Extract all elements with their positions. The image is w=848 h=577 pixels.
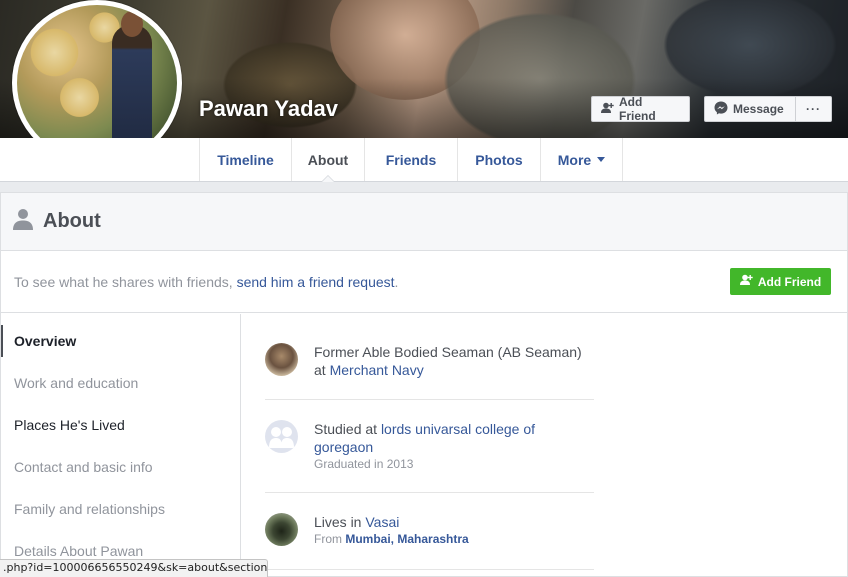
send-friend-request-link[interactable]: send him a friend request xyxy=(237,274,395,290)
add-friend-icon xyxy=(739,274,753,289)
cover-add-friend-button[interactable]: Add Friend xyxy=(591,95,690,123)
current-city-link[interactable]: Vasai xyxy=(365,514,399,530)
add-friend-icon xyxy=(601,102,614,117)
sidebar-item-label: Contact and basic info xyxy=(14,459,153,475)
sidebar-item-label: Places He's Lived xyxy=(14,417,125,433)
person-icon xyxy=(13,208,33,235)
messenger-icon xyxy=(714,101,728,118)
employer-thumbnail[interactable] xyxy=(265,343,298,376)
tab-more-label: More xyxy=(557,151,592,168)
list-item: Former Able Bodied Seaman (AB Seaman) at… xyxy=(265,343,594,379)
divider xyxy=(265,492,594,493)
sidebar-item-label: Family and relationships xyxy=(14,501,165,517)
tab-timeline[interactable]: Timeline xyxy=(200,138,292,181)
tab-photos-label: Photos xyxy=(475,151,523,168)
more-options-button[interactable]: ··· xyxy=(795,96,832,122)
school-placeholder-icon xyxy=(269,427,294,448)
profile-name[interactable]: Pawan Yadav xyxy=(199,96,338,122)
message-button[interactable]: Message xyxy=(704,96,796,122)
from-label: From xyxy=(314,532,346,546)
ellipsis-icon: ··· xyxy=(806,102,821,116)
tab-more[interactable]: More xyxy=(541,138,623,181)
education-entry: Studied at lords univarsal college of go… xyxy=(314,420,594,456)
divider xyxy=(265,399,594,400)
list-item: Studied at lords univarsal college of go… xyxy=(265,420,594,472)
about-card: About To see what he shares with friends… xyxy=(0,192,848,577)
lives-prefix: Lives in xyxy=(314,514,366,530)
city-thumbnail[interactable] xyxy=(265,513,298,546)
divider xyxy=(265,569,594,570)
sidebar-item-work-education[interactable]: Work and education xyxy=(1,367,240,399)
about-header: About xyxy=(1,193,847,251)
tab-photos[interactable]: Photos xyxy=(458,138,541,181)
tab-about-label: About xyxy=(307,151,349,168)
sidebar-item-contact-info[interactable]: Contact and basic info xyxy=(1,451,240,483)
about-sidebar: Overview Work and education Places He's … xyxy=(1,314,241,577)
sidebar-item-label: Details About Pawan xyxy=(14,543,144,559)
hometown: From Mumbai, Maharashtra xyxy=(314,531,469,547)
hometown-link[interactable]: Mumbai, Maharashtra xyxy=(345,532,468,546)
sidebar-item-places-lived[interactable]: Places He's Lived xyxy=(1,409,240,441)
profile-nav: Timeline About Friends Photos More xyxy=(0,138,848,182)
add-friend-button-label: Add Friend xyxy=(757,274,822,289)
sidebar-item-label: Work and education xyxy=(14,375,139,391)
graduation-year: Graduated in 2013 xyxy=(314,457,414,471)
sidebar-item-family-relationships[interactable]: Family and relationships xyxy=(1,493,240,525)
message-label: Message xyxy=(733,102,784,116)
list-item: Lives in Vasai From Mumbai, Maharashtra xyxy=(265,513,594,547)
cover-add-friend-label: Add Friend xyxy=(619,95,656,123)
about-title: About xyxy=(43,210,101,232)
browser-status-url: .php?id=100006656550249&sk=about&section… xyxy=(0,559,268,577)
education-prefix: Studied at xyxy=(314,421,381,437)
employer-link[interactable]: Merchant Navy xyxy=(330,362,424,378)
tab-about[interactable]: About xyxy=(292,138,365,182)
tab-friends-label: Friends xyxy=(385,151,437,168)
tab-timeline-label: Timeline xyxy=(217,151,274,168)
add-friend-button[interactable]: Add Friend xyxy=(730,268,831,295)
notice-prefix: To see what he shares with friends, xyxy=(14,273,233,290)
chevron-down-icon xyxy=(597,157,606,162)
friend-request-notice: To see what he shares with friends, send… xyxy=(1,251,847,313)
sidebar-item-overview[interactable]: Overview xyxy=(1,325,240,357)
tab-friends[interactable]: Friends xyxy=(365,138,458,181)
sidebar-item-label: Overview xyxy=(14,333,77,349)
lives-entry: Lives in Vasai xyxy=(314,513,469,531)
school-thumbnail[interactable] xyxy=(265,420,298,453)
work-at: at xyxy=(314,362,330,378)
notice-suffix: . xyxy=(394,273,399,290)
work-position: Former Able Bodied Seaman (AB Seaman) xyxy=(314,344,582,360)
work-entry: Former Able Bodied Seaman (AB Seaman) at… xyxy=(314,343,582,379)
